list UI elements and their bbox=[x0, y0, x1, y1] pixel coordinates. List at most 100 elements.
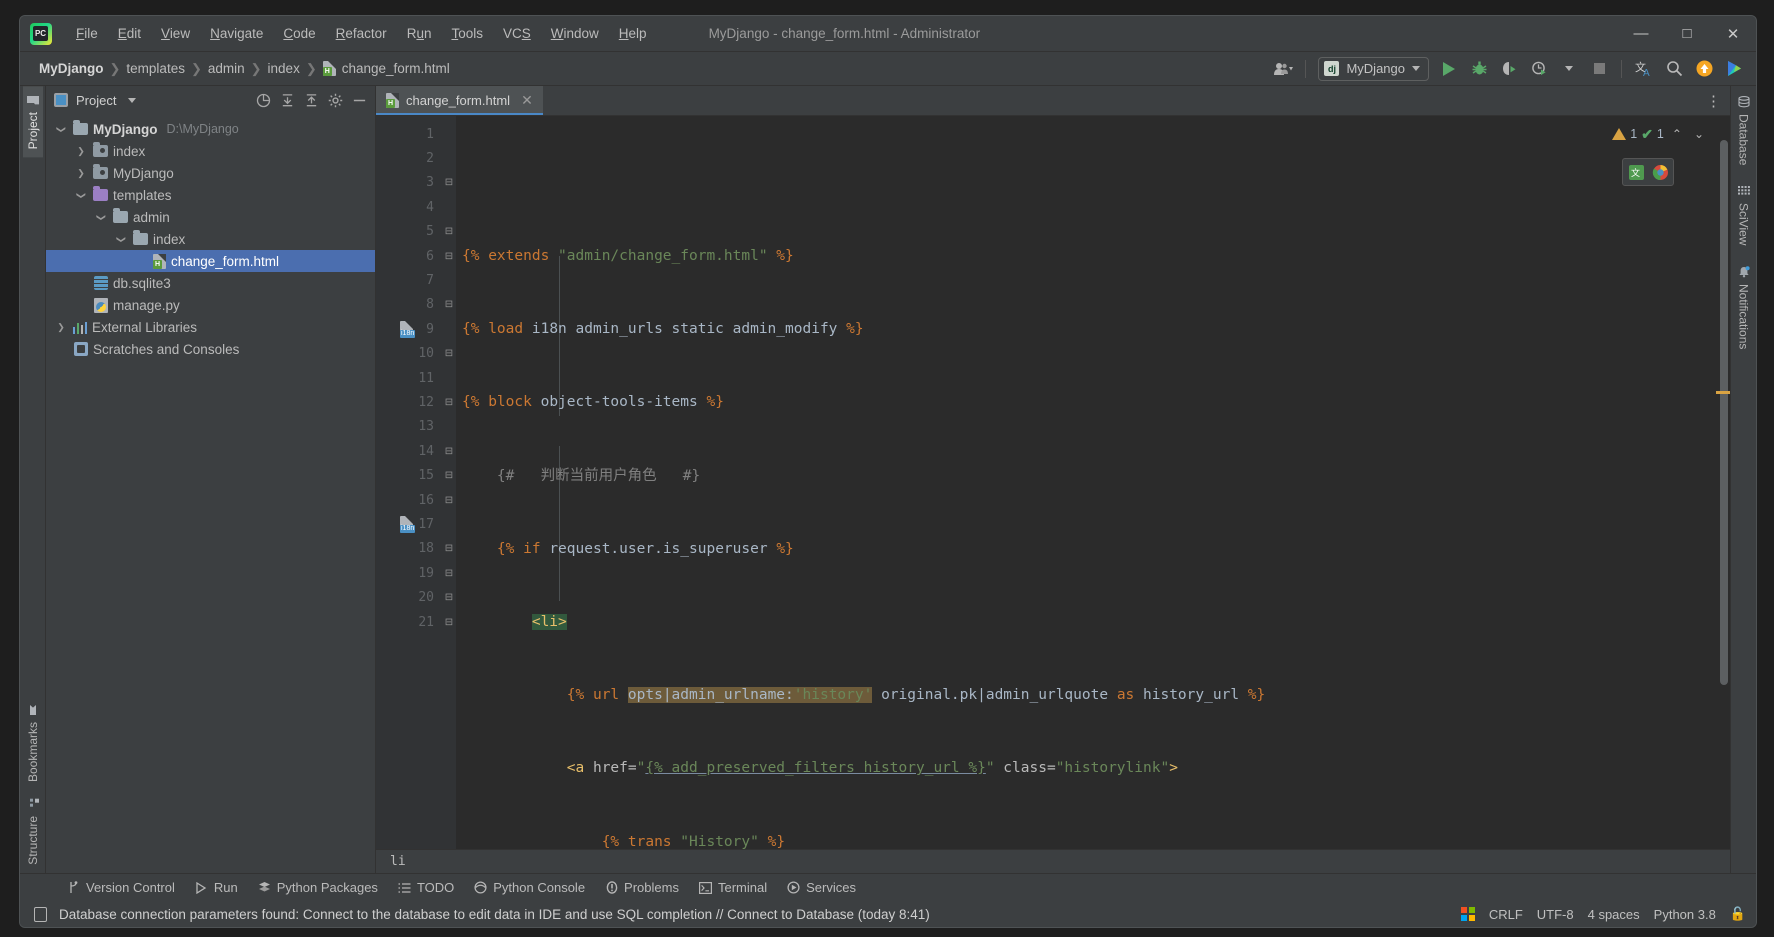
run-with-coverage-button[interactable] bbox=[1495, 56, 1523, 82]
chevron-right-icon[interactable] bbox=[54, 322, 68, 333]
run-configuration-selector[interactable]: dj MyDjango bbox=[1318, 56, 1429, 81]
ide-services-icon[interactable] bbox=[1720, 56, 1748, 82]
tree-node-index-app[interactable]: index bbox=[46, 140, 375, 162]
tab-change-form-html[interactable]: change_form.html ✕ bbox=[376, 86, 543, 115]
chevron-right-icon[interactable] bbox=[74, 146, 88, 157]
sidebar-item-database[interactable]: Database bbox=[1734, 86, 1754, 175]
tree-node-admin[interactable]: admin bbox=[46, 206, 375, 228]
scrollbar-thumb[interactable] bbox=[1720, 140, 1728, 685]
chevron-down-icon[interactable] bbox=[94, 212, 108, 223]
scope-icon[interactable] bbox=[256, 93, 271, 108]
fold-toggle[interactable]: ⊟ bbox=[442, 488, 456, 512]
close-icon[interactable]: ✕ bbox=[521, 92, 533, 109]
tree-node-scratches-consoles[interactable]: Scratches and Consoles bbox=[46, 338, 375, 360]
sidebar-item-structure[interactable]: Structure bbox=[23, 790, 43, 873]
breadcrumb-item-templates[interactable]: templates bbox=[121, 59, 190, 78]
line-separator[interactable]: CRLF bbox=[1489, 907, 1523, 922]
tree-node-manage-py[interactable]: manage.py bbox=[46, 294, 375, 316]
i18n-gutter-icon[interactable]: i18n bbox=[400, 321, 416, 339]
unlocked-icon[interactable]: 🔓 bbox=[1730, 906, 1746, 922]
open-in-browser-chrome-icon[interactable] bbox=[1650, 162, 1670, 182]
fold-toggle[interactable]: ⊟ bbox=[442, 439, 456, 463]
menu-view[interactable]: View bbox=[151, 22, 200, 45]
collapse-all-icon[interactable] bbox=[280, 93, 295, 108]
menu-run[interactable]: Run bbox=[397, 22, 442, 45]
fold-toggle[interactable]: ⊟ bbox=[442, 342, 456, 366]
breadcrumb-item-index[interactable]: index bbox=[263, 59, 305, 78]
fold-toggle[interactable]: ⊟ bbox=[442, 561, 456, 585]
tool-window-run[interactable]: Run bbox=[186, 877, 247, 898]
chevron-down-icon[interactable] bbox=[54, 124, 68, 135]
indent-setting[interactable]: 4 spaces bbox=[1588, 907, 1640, 922]
status-message[interactable]: Database connection parameters found: Co… bbox=[59, 907, 930, 922]
file-encoding[interactable]: UTF-8 bbox=[1537, 907, 1574, 922]
minimize-button[interactable]: — bbox=[1618, 16, 1664, 52]
more-options-icon[interactable]: ⋮ bbox=[1706, 92, 1722, 110]
menu-help[interactable]: Help bbox=[609, 22, 657, 45]
sidebar-item-project[interactable]: Project bbox=[22, 86, 43, 158]
chevron-down-icon[interactable] bbox=[1555, 56, 1583, 82]
next-problem-icon[interactable]: ⌄ bbox=[1690, 122, 1708, 146]
i18n-gutter-icon[interactable]: i18n bbox=[400, 516, 416, 534]
chevron-right-icon[interactable] bbox=[74, 168, 88, 179]
translate-page-icon[interactable]: 文 bbox=[1626, 162, 1646, 182]
tree-node-mydjango-app[interactable]: MyDjango bbox=[46, 162, 375, 184]
menu-file[interactable]: File bbox=[66, 22, 108, 45]
menu-edit[interactable]: Edit bbox=[108, 22, 151, 45]
debug-button[interactable] bbox=[1465, 56, 1493, 82]
editor-scrollbar[interactable] bbox=[1716, 116, 1730, 849]
tree-node-index-dir[interactable]: index bbox=[46, 228, 375, 250]
chevron-down-icon[interactable] bbox=[128, 97, 137, 103]
code-content[interactable]: {% extends "admin/change_form.html" %} {… bbox=[456, 116, 1716, 849]
tree-node-mydjango-root[interactable]: MyDjango D:\MyDjango bbox=[46, 118, 375, 140]
chevron-down-icon[interactable] bbox=[74, 190, 88, 201]
fold-toggle[interactable]: ⊟ bbox=[442, 610, 456, 634]
fold-toggle[interactable]: ⊟ bbox=[442, 220, 456, 244]
user-avatar-icon[interactable] bbox=[1269, 56, 1297, 82]
tool-window-todo[interactable]: TODO bbox=[389, 877, 463, 898]
tool-window-python-console[interactable]: Python Console bbox=[465, 877, 594, 898]
search-icon[interactable] bbox=[1660, 56, 1688, 82]
tree-node-templates[interactable]: templates bbox=[46, 184, 375, 206]
fold-toggle[interactable]: ⊟ bbox=[442, 171, 456, 195]
update-icon[interactable] bbox=[1690, 56, 1718, 82]
fold-toggle[interactable]: ⊟ bbox=[442, 244, 456, 268]
sidebar-item-sciview[interactable]: SciView bbox=[1734, 175, 1754, 255]
fold-toggle[interactable]: ⊟ bbox=[442, 463, 456, 487]
tree-node-db-sqlite3[interactable]: db.sqlite3 bbox=[46, 272, 375, 294]
menu-code[interactable]: Code bbox=[273, 22, 325, 45]
tool-window-python-packages[interactable]: Python Packages bbox=[249, 877, 387, 898]
warning-marker[interactable] bbox=[1716, 391, 1730, 394]
chevron-down-icon[interactable] bbox=[114, 234, 128, 245]
menu-navigate[interactable]: Navigate bbox=[200, 22, 273, 45]
inspection-widget[interactable]: 1 ✔ 1 ⌃ ⌄ bbox=[1612, 122, 1708, 146]
menu-refactor[interactable]: Refactor bbox=[326, 22, 397, 45]
profiler-button[interactable] bbox=[1525, 56, 1553, 82]
translate-icon[interactable]: 文 A bbox=[1630, 56, 1658, 82]
python-interpreter[interactable]: Python 3.8 bbox=[1654, 907, 1716, 922]
breadcrumb-item-file[interactable]: change_form.html bbox=[318, 59, 455, 78]
menu-vcs[interactable]: VCS bbox=[493, 22, 541, 45]
stop-button[interactable] bbox=[1585, 56, 1613, 82]
fold-toggle[interactable]: ⊟ bbox=[442, 390, 456, 414]
close-button[interactable]: ✕ bbox=[1710, 16, 1756, 52]
maximize-button[interactable]: □ bbox=[1664, 16, 1710, 52]
breadcrumb-item-admin[interactable]: admin bbox=[203, 59, 250, 78]
tool-window-terminal[interactable]: Terminal bbox=[690, 877, 776, 898]
hide-panel-icon[interactable] bbox=[352, 93, 367, 108]
tool-window-problems[interactable]: Problems bbox=[596, 877, 688, 898]
settings-gear-icon[interactable] bbox=[328, 93, 343, 108]
menu-tools[interactable]: Tools bbox=[441, 22, 493, 45]
breadcrumb-item-project[interactable]: MyDjango bbox=[34, 59, 109, 78]
run-button[interactable] bbox=[1435, 56, 1463, 82]
tree-node-external-libraries[interactable]: External Libraries bbox=[46, 316, 375, 338]
tree-node-change-form-html[interactable]: change_form.html bbox=[46, 250, 375, 272]
database-notice-icon[interactable] bbox=[34, 906, 47, 922]
menu-window[interactable]: Window bbox=[541, 22, 609, 45]
tool-window-services[interactable]: Services bbox=[778, 877, 865, 898]
fold-toggle[interactable]: ⊟ bbox=[442, 585, 456, 609]
tool-window-version-control[interactable]: Version Control bbox=[58, 877, 184, 898]
fold-toggle[interactable]: ⊟ bbox=[442, 293, 456, 317]
fold-toggle[interactable]: ⊟ bbox=[442, 537, 456, 561]
expand-icon[interactable] bbox=[304, 93, 319, 108]
